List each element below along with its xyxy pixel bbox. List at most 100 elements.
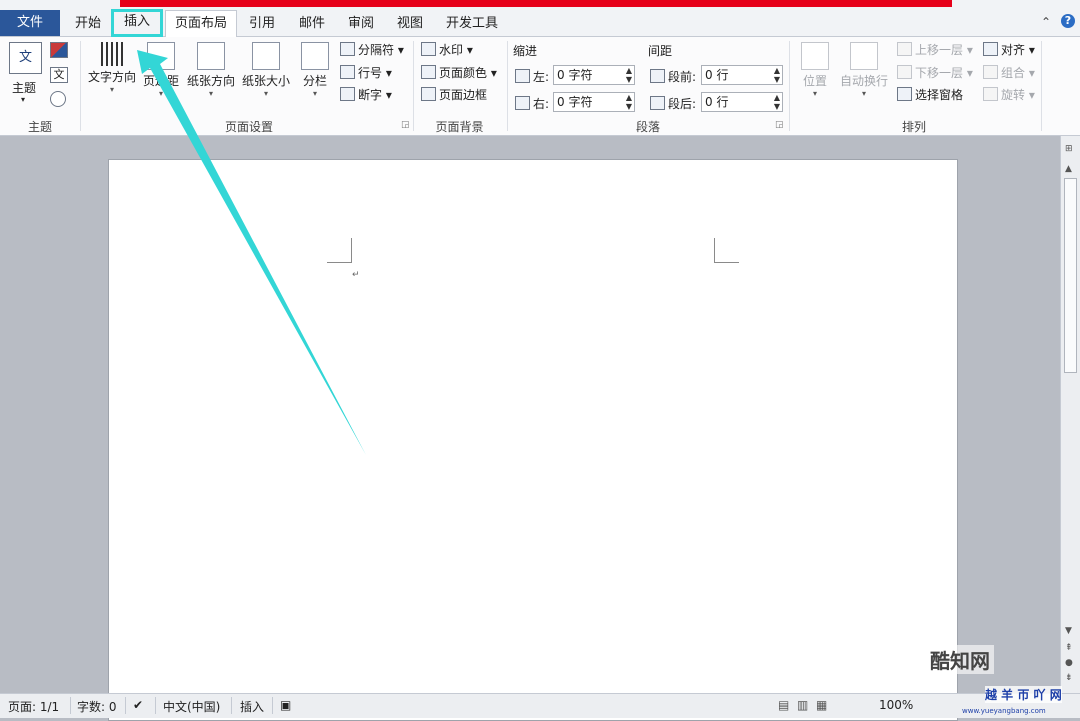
tab-home[interactable]: 开始 (64, 11, 112, 36)
position-label: 位置 (802, 74, 827, 88)
selection-pane-button[interactable]: 选择窗格 (897, 86, 963, 103)
dropdown-arrow-icon: ▾ (861, 89, 866, 98)
spacing-after-input[interactable]: 0 行 ▲ ▼ (701, 92, 783, 112)
tab-developer[interactable]: 开发工具 (436, 11, 508, 36)
bring-forward-button[interactable]: 上移一层 ▾ (897, 41, 973, 58)
group-button[interactable]: 组合 ▾ (983, 64, 1035, 81)
spacing-after-icon (650, 96, 665, 110)
macro-record-icon[interactable]: ▣ (280, 698, 291, 712)
status-separator (70, 697, 71, 714)
previous-page-icon[interactable]: ⇞ (1065, 643, 1073, 653)
status-separator (272, 697, 273, 714)
theme-fonts-icon[interactable]: 文 (50, 67, 68, 83)
orientation-label: 纸张方向 (186, 74, 235, 88)
spin-arrows-icon[interactable]: ▲ ▼ (774, 93, 780, 111)
ruler-toggle-icon[interactable]: ⊞ (1065, 144, 1073, 154)
paragraph-mark-icon: ↵ (352, 270, 360, 280)
indent-right-text: 右: (533, 97, 550, 111)
dialog-launcher-icon[interactable]: ◲ (775, 120, 784, 130)
spacing-before-input[interactable]: 0 行 ▲ ▼ (701, 65, 783, 85)
language-indicator[interactable]: 中文(中国) (163, 698, 220, 715)
group-separator (80, 41, 81, 131)
scroll-up-icon[interactable]: ▲ (1065, 164, 1072, 174)
margins-button[interactable]: 页边距 ▾ (140, 42, 182, 98)
rotate-button[interactable]: 旋转 ▾ (983, 86, 1035, 103)
tab-page-layout[interactable]: 页面布局 (165, 10, 237, 37)
page-borders-label: 页面边框 (439, 88, 488, 102)
dropdown-arrow-icon: ▾ (263, 89, 268, 98)
watermark-icon (421, 42, 436, 56)
document-page[interactable]: ↵ (108, 159, 958, 721)
zoom-level[interactable]: 100% (879, 698, 913, 712)
status-separator (125, 697, 126, 714)
page-color-label: 页面颜色 (439, 66, 488, 80)
spacing-before-icon (650, 69, 665, 83)
dialog-launcher-icon[interactable]: ◲ (401, 120, 410, 130)
spin-arrows-icon[interactable]: ▲ ▼ (626, 66, 632, 84)
scroll-thumb[interactable] (1064, 178, 1077, 373)
view-web-layout-icon[interactable]: ▦ (816, 698, 827, 712)
tab-insert[interactable]: 插入 (111, 9, 163, 37)
status-bar: 页面: 1/1 字数: 0 ✔ 中文(中国) 插入 ▣ ▤ ▥ ▦ 100% (0, 693, 1080, 718)
scroll-down-icon[interactable]: ▼ (1065, 626, 1072, 636)
tab-mailings[interactable]: 邮件 (288, 11, 336, 36)
group-title-arrange: 排列 (901, 120, 926, 134)
indent-right-input[interactable]: 0 字符 ▲ ▼ (553, 92, 635, 112)
wrap-text-button[interactable]: 自动换行 ▾ (835, 42, 893, 98)
theme-button[interactable]: 主题 (12, 79, 36, 96)
ribbon-tab-bar: 文件 开始 插入 页面布局 引用 邮件 审阅 视图 开发工具 ⌃ ? (0, 8, 1080, 37)
browse-object-icon[interactable]: ● (1065, 658, 1073, 668)
margins-icon (147, 42, 175, 70)
tab-review[interactable]: 审阅 (337, 11, 385, 36)
theme-icon[interactable]: 文 (9, 42, 42, 74)
minimize-ribbon-icon[interactable]: ⌃ (1041, 15, 1051, 29)
wrap-text-icon (850, 42, 878, 70)
tab-references[interactable]: 引用 (238, 11, 286, 36)
align-button[interactable]: 对齐 ▾ (983, 41, 1035, 58)
spacing-before-label: 段前: (650, 68, 696, 85)
wrap-text-label: 自动换行 (839, 74, 888, 88)
spin-arrows-icon[interactable]: ▲ ▼ (774, 66, 780, 84)
send-backward-button[interactable]: 下移一层 ▾ (897, 64, 973, 81)
view-print-layout-icon[interactable]: ▤ (778, 698, 789, 712)
spin-arrows-icon[interactable]: ▲ ▼ (626, 93, 632, 111)
page-color-button[interactable]: 页面颜色 ▾ (421, 64, 497, 81)
indent-left-label: 左: (515, 68, 549, 85)
insert-mode-indicator[interactable]: 插入 (240, 698, 264, 715)
tab-file[interactable]: 文件 (0, 10, 60, 36)
theme-effects-icon[interactable] (50, 91, 66, 107)
line-numbers-button[interactable]: 行号 ▾ (340, 64, 392, 81)
theme-colors-icon[interactable] (50, 42, 68, 58)
page-count[interactable]: 页面: 1/1 (8, 698, 59, 715)
columns-button[interactable]: 分栏 ▾ (297, 42, 333, 98)
indent-left-input[interactable]: 0 字符 ▲ ▼ (553, 65, 635, 85)
selection-pane-label: 选择窗格 (915, 88, 964, 102)
theme-dropdown-arrow[interactable]: ▾ (21, 95, 25, 104)
breaks-label: 分隔符 (358, 43, 395, 57)
indent-left-value: 0 字符 (557, 68, 593, 82)
bring-forward-label: 上移一层 (915, 43, 964, 57)
proofing-icon[interactable]: ✔ (133, 698, 143, 712)
watermark-url: www.yueyangbang.com (962, 707, 1046, 715)
breaks-button[interactable]: 分隔符 ▾ (340, 41, 404, 58)
watermark-button[interactable]: 水印 ▾ (421, 41, 473, 58)
indent-right-icon (515, 96, 530, 110)
next-page-icon[interactable]: ⇟ (1065, 673, 1073, 683)
rotate-label: 旋转 (1001, 88, 1026, 102)
view-full-screen-icon[interactable]: ▥ (797, 698, 808, 712)
indent-right-value: 0 字符 (557, 95, 593, 109)
page-borders-button[interactable]: 页面边框 (421, 86, 487, 103)
align-label: 对齐 (1001, 43, 1026, 57)
text-direction-button[interactable]: 文字方向 ▾ (84, 42, 140, 94)
vertical-scrollbar[interactable]: ⊞ ▲ ▼ ⇞ ● ⇟ (1060, 136, 1080, 693)
tab-view[interactable]: 视图 (386, 11, 434, 36)
size-button[interactable]: 纸张大小 ▾ (239, 42, 293, 98)
hyphenation-button[interactable]: 断字 ▾ (340, 86, 392, 103)
breaks-icon (340, 42, 355, 56)
indent-left-text: 左: (533, 70, 550, 84)
position-button[interactable]: 位置 ▾ (797, 42, 833, 98)
text-direction-label: 文字方向 (87, 70, 136, 84)
word-count[interactable]: 字数: 0 (77, 698, 117, 715)
orientation-button[interactable]: 纸张方向 ▾ (183, 42, 239, 98)
help-icon[interactable]: ? (1061, 14, 1075, 28)
